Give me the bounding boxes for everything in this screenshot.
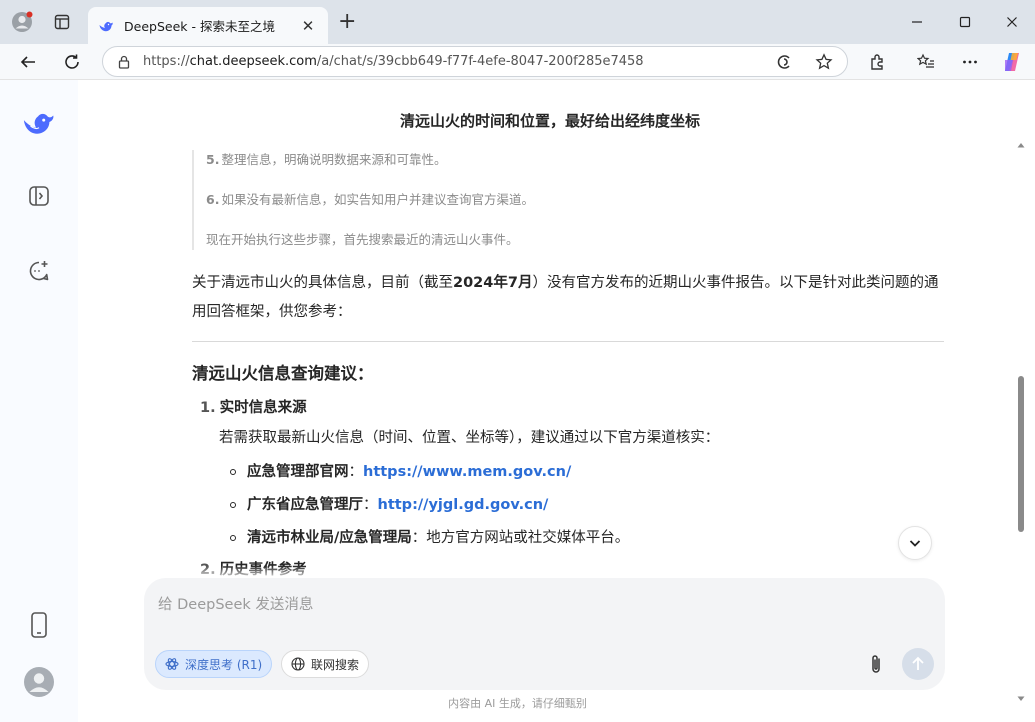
favorites-list-icon[interactable] xyxy=(912,48,940,76)
section-heading: 清远山火信息查询建议： xyxy=(192,364,374,383)
chat-title: 清远山火的时间和位置，最好给出经纬度坐标 xyxy=(399,112,700,130)
link[interactable]: https://www.mem.gov.cn/ xyxy=(363,460,571,484)
send-button[interactable] xyxy=(902,648,934,680)
ai-disclaimer: 内容由 AI 生成，请仔细甄别 xyxy=(448,697,587,710)
favorite-star-icon[interactable] xyxy=(810,48,838,76)
list-item-description: 若需获取最新山火信息（时间、位置、坐标等），建议通过以下官方渠道核实： xyxy=(219,430,720,446)
arrow-up-icon xyxy=(912,656,924,670)
web-search-toggle[interactable]: 联网搜索 xyxy=(281,650,370,678)
message-composer: 给 DeepSeek 发送消息 深度思考 (R1) 联网搜索 xyxy=(144,578,945,690)
active-tab[interactable]: DeepSeek - 探索未至之境 ✕ xyxy=(88,7,328,44)
close-tab-icon[interactable]: ✕ xyxy=(298,17,318,35)
bullet-item: 清远市林业局/应急管理局：地方官方网站或社交媒体平台。 xyxy=(230,526,944,550)
browser-toolbar: https://chat.deepseek.com/a/chat/s/39cbb… xyxy=(0,44,1035,80)
maximize-icon[interactable] xyxy=(953,10,977,34)
bullet-icon xyxy=(230,469,236,475)
new-tab-button[interactable]: + xyxy=(338,10,356,34)
deep-think-toggle[interactable]: 深度思考 (R1) xyxy=(155,650,273,678)
new-chat-icon[interactable] xyxy=(22,254,56,288)
assistant-message: 5. 整理信息，明确说明数据来源和可靠性。 6. 如果没有最新信息，如实告知用户并建… xyxy=(192,150,944,582)
lock-icon[interactable] xyxy=(117,55,131,69)
sidebar-toggle-icon[interactable] xyxy=(22,179,56,213)
more-menu-icon[interactable] xyxy=(956,48,984,76)
minimize-icon[interactable] xyxy=(905,10,929,34)
atom-icon xyxy=(165,658,179,670)
bullet-icon xyxy=(230,502,236,508)
attach-file-icon[interactable] xyxy=(862,650,890,678)
thinking-block: 5. 整理信息，明确说明数据来源和可靠性。 6. 如果没有最新信息，如实告知用户并建… xyxy=(192,150,944,250)
deepseek-logo-icon[interactable] xyxy=(22,106,56,140)
browser-tab-bar: DeepSeek - 探索未至之境 ✕ + xyxy=(0,0,1035,44)
read-aloud-icon[interactable] xyxy=(770,48,798,76)
copilot-icon[interactable] xyxy=(998,48,1026,76)
mobile-app-icon[interactable] xyxy=(22,608,56,642)
deepseek-favicon-icon xyxy=(99,21,113,31)
link[interactable]: http://yjgl.gd.gov.cn/ xyxy=(378,493,549,517)
bullet-item: 应急管理部官网： https://www.mem.gov.cn/ xyxy=(230,460,944,484)
url-text[interactable]: https://chat.deepseek.com/a/chat/s/39cbb… xyxy=(143,54,644,69)
list-item: 1. 实时信息来源 xyxy=(200,400,307,416)
thinking-step: 5. 整理信息，明确说明数据来源和可靠性。 xyxy=(206,152,447,167)
thinking-step: 现在开始执行这些步骤，首先搜索最近的清远山火事件。 xyxy=(206,232,519,247)
tab-title: DeepSeek - 探索未至之境 xyxy=(124,19,275,34)
message-input[interactable]: 给 DeepSeek 发送消息 xyxy=(158,593,313,614)
scroll-to-bottom-button[interactable] xyxy=(898,526,932,560)
scrollbar[interactable] xyxy=(1016,142,1026,702)
chevron-down-icon xyxy=(909,540,921,547)
bullet-item: 广东省应急管理厅： http://yjgl.gd.gov.cn/ xyxy=(230,493,944,517)
profile-icon[interactable] xyxy=(8,8,36,36)
address-bar[interactable]: https://chat.deepseek.com/a/chat/s/39cbb… xyxy=(102,46,848,77)
back-icon[interactable] xyxy=(14,48,42,76)
answer-intro: 关于清远市山火的具体信息，目前（截至2024年7月）没有官方发布的近期山火事件报… xyxy=(192,275,939,320)
refresh-icon[interactable] xyxy=(58,48,86,76)
close-window-icon[interactable] xyxy=(1000,10,1024,34)
scrollbar-thumb[interactable] xyxy=(1018,376,1024,532)
sidebar xyxy=(0,80,78,722)
thinking-step: 6. 如果没有最新信息，如实告知用户并建议查询官方渠道。 xyxy=(206,192,534,207)
user-avatar[interactable] xyxy=(22,665,56,699)
deepseek-page: 清远山火的时间和位置，最好给出经纬度坐标 5. 整理信息，明确说明数据来源和可靠性… xyxy=(0,80,1035,722)
divider xyxy=(192,341,944,342)
extensions-icon[interactable] xyxy=(863,48,891,76)
bullet-icon xyxy=(230,535,236,541)
globe-icon xyxy=(291,657,305,671)
workspaces-icon[interactable] xyxy=(48,8,76,36)
